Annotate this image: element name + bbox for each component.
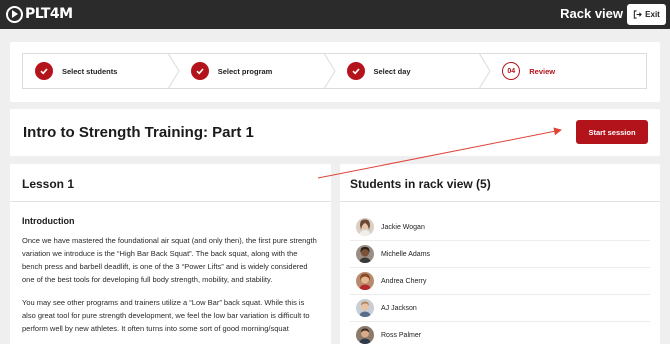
student-list: Jackie Wogan Michelle Adams Andrea Cherr… — [350, 214, 650, 344]
avatar — [356, 299, 374, 317]
step-select-students[interactable]: Select students — [23, 53, 180, 89]
avatar — [356, 272, 374, 290]
section-heading: Introduction — [22, 216, 75, 226]
avatar — [356, 245, 374, 263]
student-row[interactable]: AJ Jackson — [350, 295, 650, 322]
lesson-body: Introduction Once we have mastered the f… — [10, 202, 331, 335]
stepper-card: Select students Select program Select da… — [10, 42, 660, 102]
lesson-title: Lesson 1 — [10, 164, 331, 202]
lesson-paragraph: You may see other programs and trainers … — [22, 298, 310, 333]
check-icon — [35, 62, 53, 80]
step-number: 04 — [502, 62, 521, 80]
course-header-card: Intro to Strength Training: Part 1 Start… — [10, 109, 660, 156]
play-icon — [6, 5, 23, 23]
avatar — [356, 218, 374, 236]
student-row[interactable]: Jackie Wogan — [350, 214, 650, 241]
student-name: Jackie Wogan — [381, 223, 425, 231]
course-title: Intro to Strength Training: Part 1 — [23, 124, 254, 141]
top-bar: PLT4M Rack view Exit — [0, 0, 670, 29]
student-name: Andrea Cherry — [381, 277, 427, 285]
student-name: AJ Jackson — [381, 304, 417, 312]
check-icon — [346, 62, 365, 80]
avatar — [356, 326, 374, 344]
step-label: Select students — [62, 66, 118, 76]
step-review[interactable]: 04 Review — [490, 54, 646, 88]
step-select-day[interactable]: Select day — [335, 53, 491, 89]
student-name: Ross Palmer — [381, 331, 422, 339]
student-row[interactable]: Michelle Adams — [350, 241, 650, 268]
lesson-paragraph: Once we have mastered the foundational a… — [22, 236, 317, 284]
students-card: Students in rack view (5) Jackie Wogan M… — [340, 164, 660, 344]
exit-label: Exit — [645, 10, 660, 19]
student-name: Michelle Adams — [381, 250, 431, 258]
step-select-program[interactable]: Select program — [179, 53, 336, 89]
page-title: Rack view — [560, 6, 623, 21]
check-icon — [190, 62, 209, 80]
step-label: Select day — [373, 66, 411, 76]
start-session-button[interactable]: Start session — [576, 120, 648, 144]
exit-icon — [633, 10, 643, 19]
lesson-card: Lesson 1 Introduction Once we have maste… — [10, 164, 331, 344]
exit-button[interactable]: Exit — [627, 4, 666, 25]
students-title: Students in rack view (5) — [340, 164, 660, 202]
stepper: Select students Select program Select da… — [22, 53, 647, 89]
student-row[interactable]: Ross Palmer — [350, 322, 650, 344]
step-label: Review — [529, 66, 556, 76]
plt4m-logo: PLT4M — [6, 5, 73, 23]
logo-text: PLT4M — [25, 6, 73, 22]
step-label: Select program — [217, 66, 273, 76]
student-row[interactable]: Andrea Cherry — [350, 268, 650, 295]
